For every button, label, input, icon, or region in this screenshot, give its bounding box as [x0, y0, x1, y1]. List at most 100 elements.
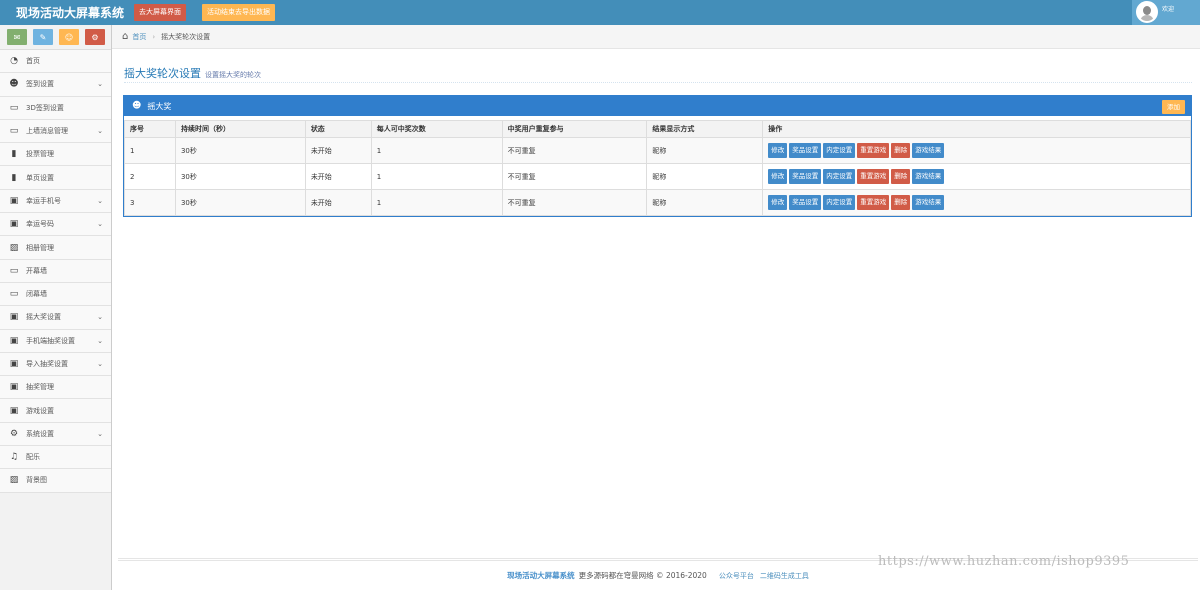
sidebar-item-label: 摇大奖设置 [26, 313, 61, 322]
pencil-icon: ✎ [39, 32, 47, 42]
signal-icon: ▮ [11, 149, 17, 160]
comment-icon: ✉ [13, 32, 21, 42]
action-button[interactable]: 内定设置 [823, 169, 856, 184]
sidebar-item-label: 相册管理 [26, 243, 54, 252]
action-button[interactable]: 重置游戏 [857, 169, 890, 184]
column-header: 操作 [762, 120, 1191, 138]
action-button[interactable]: 游戏结果 [912, 169, 945, 184]
sidebar-item[interactable]: ▭ 3D签到设置 [0, 96, 111, 120]
export-data-button[interactable]: 活动结束去导出数据 [202, 4, 275, 21]
sidebar-item[interactable]: ▭ 开幕墙 [0, 259, 111, 283]
action-button[interactable]: 奖品设置 [789, 143, 822, 158]
gift-icon: ▣ [9, 359, 19, 369]
sidebar-item-label: 幸运手机号 [26, 196, 61, 205]
action-button[interactable]: 重置游戏 [857, 143, 890, 158]
music-icon: ♫ [9, 452, 19, 463]
sidebar-item[interactable]: ▮ 投票管理 [0, 143, 111, 167]
action-button[interactable]: 内定设置 [823, 195, 856, 210]
page-header: 摇大奖轮次设置 设置摇大奖的轮次 [124, 65, 1192, 83]
sidebar-item[interactable]: ▨ 背景图 [0, 469, 111, 493]
action-button[interactable]: 修改 [768, 169, 788, 184]
chevron-down-icon[interactable]: ⌄ [97, 197, 103, 205]
sidebar-item[interactable]: ▣ 幸运手机号 ⌄ [0, 189, 111, 214]
action-button[interactable]: 游戏结果 [912, 143, 945, 158]
action-button[interactable]: 修改 [768, 143, 788, 158]
sidebar-item[interactable]: ▣ 摇大奖设置 ⌄ [0, 306, 111, 330]
sidebar-item[interactable]: ▭ 上墙消息管理 ⌄ [0, 119, 111, 144]
sidebar-item[interactable]: ▮ 单页设置 [0, 166, 111, 190]
sidebar-item[interactable]: ♫ 配乐 [0, 446, 111, 470]
app-brand[interactable]: 现场活动大屏幕系统 [16, 4, 134, 21]
table-cell: 昵称 [646, 163, 764, 190]
action-button[interactable]: 内定设置 [823, 143, 856, 158]
chevron-right-icon: › [152, 32, 156, 41]
table-cell: 未开始 [304, 137, 372, 164]
action-button[interactable]: 奖品设置 [789, 169, 822, 184]
breadcrumb-home-link[interactable]: 首页 [132, 32, 146, 42]
footer-copyright: 更多源码都在穹曼网络 © 2016-2020 [578, 571, 707, 580]
goto-screen-button[interactable]: 去大屏幕界面 [134, 4, 186, 21]
footer-link-wechat[interactable]: 公众号平台 [719, 571, 754, 581]
table-cell: 昵称 [646, 189, 764, 216]
desktop-icon: ▭ [9, 265, 19, 276]
sidebar-item[interactable]: ▣ 手机端抽奖设置 ⌄ [0, 329, 111, 353]
users-icon: ☻ [9, 79, 19, 90]
actions-cell: 修改 奖品设置 内定设置 重置游戏 删除 游戏结果 [762, 189, 1191, 216]
shortcut-users-button[interactable]: ☺ [59, 29, 79, 45]
chevron-down-icon[interactable]: ⌄ [97, 220, 103, 228]
widget-title: 摇大奖 [147, 101, 172, 111]
sidebar-item-label: 手机端抽奖设置 [26, 336, 75, 345]
action-button[interactable]: 删除 [891, 169, 911, 184]
action-button[interactable]: 删除 [891, 195, 911, 210]
welcome-text: 欢迎 [1162, 6, 1175, 13]
shortcut-cogs-button[interactable]: ⚙ [85, 29, 105, 45]
gift-icon: ▣ [9, 195, 19, 206]
avatar[interactable] [1136, 1, 1158, 23]
gift-icon: ▣ [9, 312, 19, 323]
user-menu[interactable]: 欢迎 [1132, 0, 1200, 25]
chevron-down-icon[interactable]: ⌄ [97, 360, 103, 368]
sidebar-item-label: 系统设置 [26, 429, 54, 438]
chevron-down-icon[interactable]: ⌄ [97, 127, 103, 135]
sidebar-item-label: 配乐 [26, 453, 40, 462]
sidebar-item-label: 首页 [26, 57, 40, 66]
table-cell: 1 [124, 137, 176, 164]
action-button[interactable]: 修改 [768, 195, 788, 210]
table-cell: 1 [370, 189, 503, 216]
sidebar-item[interactable]: ⚙ 系统设置 ⌄ [0, 422, 111, 447]
chevron-down-icon[interactable]: ⌄ [97, 337, 103, 345]
chevron-down-icon[interactable]: ⌄ [97, 80, 103, 88]
sidebar-item[interactable]: ☻ 签到设置 ⌄ [0, 73, 111, 97]
footer-link-qrcode[interactable]: 二维码生成工具 [760, 571, 809, 581]
table-cell: 1 [370, 163, 503, 190]
sidebar-item-label: 投票管理 [26, 150, 54, 159]
sidebar-item[interactable]: ▣ 幸运号码 ⌄ [0, 213, 111, 237]
sidebar-item[interactable]: ▣ 导入抽奖设置 ⌄ [0, 352, 111, 377]
action-button[interactable]: 游戏结果 [912, 195, 945, 210]
shortcut-pencil-button[interactable]: ✎ [33, 29, 53, 45]
chevron-down-icon[interactable]: ⌄ [97, 313, 103, 321]
desktop-icon: ▭ [9, 102, 19, 113]
sidebar-item[interactable]: ▭ 闭幕墙 [0, 282, 111, 307]
table-cell: 未开始 [304, 163, 372, 190]
table-cell: 3 [124, 189, 176, 216]
sidebar-item[interactable]: ▣ 游戏设置 [0, 399, 111, 423]
actions-cell: 修改 奖品设置 内定设置 重置游戏 删除 游戏结果 [762, 137, 1191, 164]
action-button[interactable]: 奖品设置 [789, 195, 822, 210]
action-button[interactable]: 删除 [891, 143, 911, 158]
users-icon: ☺ [64, 32, 74, 42]
desktop-icon: ▭ [9, 126, 19, 137]
sidebar-item[interactable]: ◔ 首页 [0, 50, 111, 74]
sidebar-item[interactable]: ▨ 相册管理 [0, 236, 111, 260]
chevron-down-icon[interactable]: ⌄ [97, 430, 103, 438]
gift-icon: ▣ [9, 219, 19, 230]
action-button[interactable]: 重置游戏 [857, 195, 890, 210]
sidebar-item[interactable]: ▣ 抽奖管理 [0, 376, 111, 400]
table-row: 1 30秒 未开始 1 不可重复 昵称 修改 奖品设置 内定设置 重置游戏 删除 游戏结果 [124, 137, 1191, 164]
gear-icon: ⚙ [9, 428, 19, 439]
table-cell: 30秒 [174, 163, 306, 190]
shortcut-comment-button[interactable]: ✉ [7, 29, 27, 45]
column-header: 状态 [304, 120, 372, 138]
add-round-button[interactable]: 添加 [1162, 100, 1185, 114]
sidebar-item-label: 抽奖管理 [26, 383, 54, 392]
